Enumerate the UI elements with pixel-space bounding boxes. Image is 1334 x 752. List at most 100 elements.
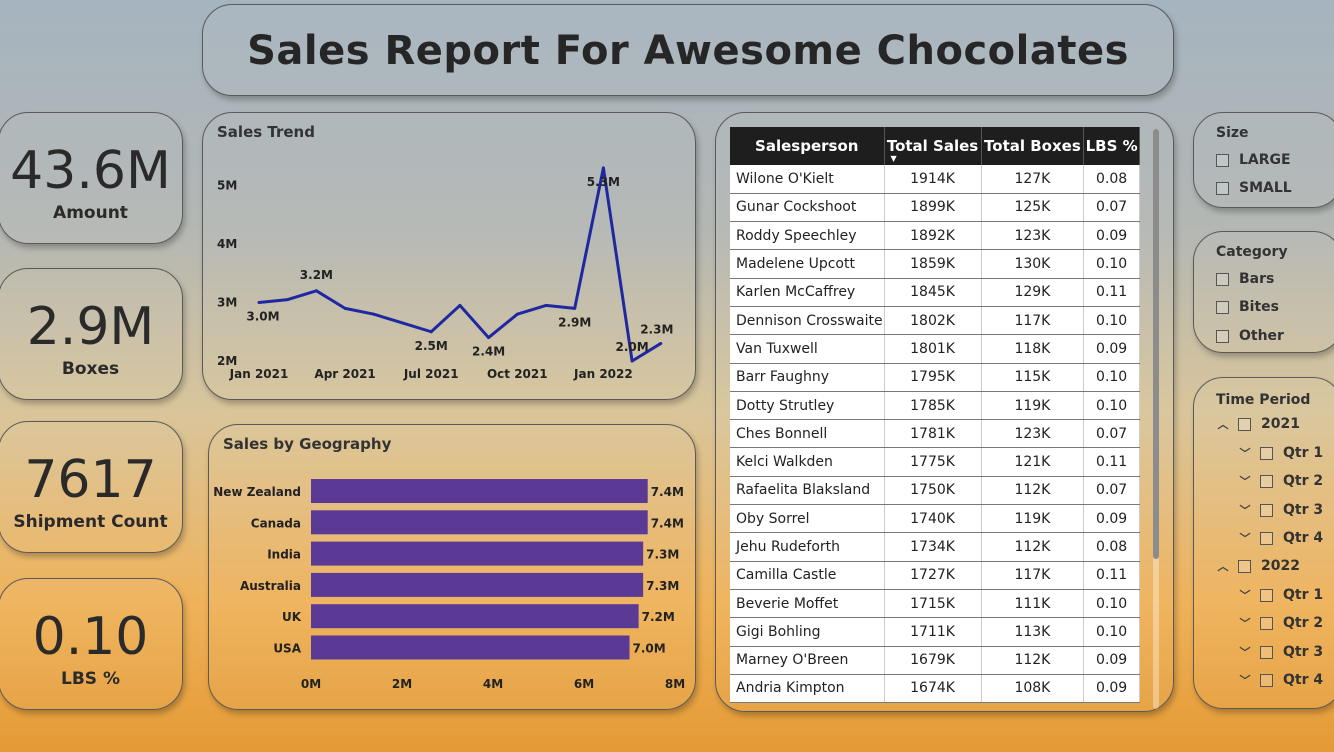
data-point — [372, 312, 376, 316]
category-label: New Zealand — [213, 485, 301, 499]
checkbox[interactable] — [1216, 153, 1229, 167]
chevron-up-icon[interactable]: ︿ — [1214, 416, 1232, 432]
bar — [311, 635, 630, 660]
table-row[interactable]: Barr Faughny 1795K 115K 0.10 — [730, 363, 1140, 392]
year-2022[interactable]: ︿ 2022 — [1214, 558, 1300, 574]
cell-total-boxes: 130K — [981, 249, 1085, 279]
cell-total-sales: 1740K — [884, 504, 982, 534]
data-label: 7.0M — [633, 642, 666, 656]
table-row[interactable]: Gigi Bohling 1711K 113K 0.10 — [730, 617, 1140, 647]
bar — [311, 510, 648, 535]
year-label: 2022 — [1261, 558, 1300, 574]
header-total-sales[interactable]: Total Sales ▼ — [884, 127, 982, 165]
quarter-2021-q3[interactable]: ﹀ Qtr 3 — [1236, 502, 1324, 518]
checkbox[interactable] — [1260, 503, 1273, 517]
chevron-down-icon[interactable]: ﹀ — [1236, 530, 1254, 546]
checkbox[interactable] — [1238, 417, 1251, 431]
table-row[interactable]: Oby Sorrel 1740K 119K 0.09 — [730, 504, 1140, 534]
table-row[interactable]: Ches Bonnell 1781K 123K 0.07 — [730, 419, 1140, 449]
checkbox[interactable] — [1216, 181, 1229, 195]
bar — [311, 479, 648, 503]
chevron-up-icon[interactable]: ︿ — [1214, 558, 1232, 574]
quarter-2022-q4[interactable]: ﹀ Qtr 4 — [1236, 672, 1324, 688]
bar — [311, 604, 639, 629]
header-lbs[interactable]: LBS % — [1083, 127, 1140, 165]
table-row[interactable]: Rafaelita Blaksland 1750K 112K 0.07 — [730, 476, 1140, 506]
kpi-card-amount[interactable]: 43.6M Amount — [0, 112, 183, 244]
table-scrollbar[interactable] — [1153, 129, 1159, 709]
table-row[interactable]: Marney O'Breen 1679K 112K 0.09 — [730, 646, 1140, 675]
category-option-bites[interactable]: Bites — [1216, 299, 1279, 315]
category-option-other[interactable]: Other — [1216, 328, 1284, 344]
chevron-down-icon[interactable]: ﹀ — [1236, 473, 1254, 489]
table-row[interactable]: Camilla Castle 1727K 117K 0.11 — [730, 561, 1140, 590]
checkbox[interactable] — [1260, 531, 1273, 545]
table-row[interactable]: Gunar Cockshoot 1899K 125K 0.07 — [730, 193, 1140, 223]
size-option-large[interactable]: LARGE — [1216, 152, 1291, 168]
checkbox[interactable] — [1238, 559, 1251, 573]
table-row[interactable]: Andria Kimpton 1674K 108K 0.09 — [730, 674, 1140, 704]
cell-lbs: 0.11 — [1083, 561, 1140, 590]
checkbox[interactable] — [1260, 616, 1273, 630]
chevron-down-icon[interactable]: ﹀ — [1236, 445, 1254, 461]
data-label: 2.9M — [558, 315, 591, 329]
cell-lbs: 0.08 — [1083, 532, 1140, 562]
checkbox[interactable] — [1260, 645, 1273, 659]
header-salesperson[interactable]: Salesperson — [730, 127, 885, 165]
header-total-boxes[interactable]: Total Boxes — [981, 127, 1085, 165]
checkbox[interactable] — [1260, 673, 1273, 687]
checkbox[interactable] — [1216, 272, 1229, 286]
quarter-2021-q2[interactable]: ﹀ Qtr 2 — [1236, 473, 1324, 489]
chevron-down-icon[interactable]: ﹀ — [1236, 587, 1254, 603]
chevron-down-icon[interactable]: ﹀ — [1236, 502, 1254, 518]
table-scrollbar-thumb[interactable] — [1153, 129, 1159, 559]
category-slicer-title: Category — [1216, 244, 1288, 260]
size-option-small[interactable]: SMALL — [1216, 180, 1292, 196]
sales-trend-chart[interactable]: 2M 3M 4M 5M Jan 2021 Apr 2021 Jul 2021 Oct 2021… — [203, 113, 697, 401]
kpi-label: Boxes — [61, 359, 120, 379]
chevron-down-icon[interactable]: ﹀ — [1236, 644, 1254, 660]
quarter-2021-q4[interactable]: ﹀ Qtr 4 — [1236, 530, 1324, 546]
table-row[interactable]: Beverie Moffet 1715K 111K 0.10 — [730, 589, 1140, 619]
quarter-2022-q2[interactable]: ﹀ Qtr 2 — [1236, 615, 1324, 631]
table-row[interactable]: Dennison Crosswaite 1802K 117K 0.10 — [730, 306, 1140, 336]
chevron-down-icon[interactable]: ﹀ — [1236, 672, 1254, 688]
checkbox[interactable] — [1260, 474, 1273, 488]
table-row[interactable]: Wilone O'Kielt 1914K 127K 0.08 — [730, 165, 1140, 194]
size-slicer-title: Size — [1216, 125, 1249, 141]
quarter-2022-q3[interactable]: ﹀ Qtr 3 — [1236, 644, 1324, 660]
cell-total-boxes: 117K — [981, 561, 1085, 590]
salesperson-table-card[interactable]: Salesperson Total Sales ▼ Total Boxes LBS… — [715, 112, 1174, 712]
checkbox[interactable] — [1260, 446, 1273, 460]
quarter-2021-q1[interactable]: ﹀ Qtr 1 — [1236, 445, 1324, 461]
cell-salesperson: Marney O'Breen — [730, 646, 885, 675]
checkbox[interactable] — [1260, 588, 1273, 602]
table-row[interactable]: Roddy Speechley 1892K 123K 0.09 — [730, 221, 1140, 251]
kpi-card-lbs[interactable]: 0.10 LBS % — [0, 578, 183, 710]
sales-geography-chart[interactable]: New Zealand 7.4M Canada 7.4M India 7.3M Austra… — [209, 425, 697, 711]
kpi-value: 43.6M — [10, 141, 171, 201]
table-row[interactable]: Van Tuxwell 1801K 118K 0.09 — [730, 334, 1140, 364]
sales-geography-card[interactable]: Sales by Geography New Zealand 7.4M Canada… — [208, 424, 696, 710]
chevron-down-icon[interactable]: ﹀ — [1236, 615, 1254, 631]
year-2021[interactable]: ︿ 2021 — [1214, 416, 1300, 432]
cell-total-boxes: 121K — [981, 447, 1085, 477]
kpi-card-shipment-count[interactable]: 7617 Shipment Count — [0, 421, 183, 553]
table-row[interactable]: Jehu Rudeforth 1734K 112K 0.08 — [730, 532, 1140, 562]
kpi-card-boxes[interactable]: 2.9M Boxes — [0, 268, 183, 400]
sales-trend-card[interactable]: Sales Trend 2M 3M 4M 5M Jan 2021 Apr 2021 Jul … — [202, 112, 696, 400]
table-row[interactable]: Madelene Upcott 1859K 130K 0.10 — [730, 249, 1140, 279]
table-row[interactable]: Karlen McCaffrey 1845K 129K 0.11 — [730, 278, 1140, 307]
checkbox[interactable] — [1216, 300, 1229, 314]
quarter-2022-q1[interactable]: ﹀ Qtr 1 — [1236, 587, 1324, 603]
table-row[interactable]: Kelci Walkden 1775K 121K 0.11 — [730, 447, 1140, 477]
checkbox[interactable] — [1216, 329, 1229, 343]
category-option-bars[interactable]: Bars — [1216, 271, 1274, 287]
cell-total-sales: 1750K — [884, 476, 982, 506]
data-label: 7.4M — [651, 485, 684, 499]
category-label: Australia — [240, 579, 301, 593]
quarter-label: Qtr 3 — [1283, 644, 1324, 660]
x-tick-label: 2M — [392, 677, 412, 691]
quarter-label: Qtr 4 — [1283, 530, 1324, 546]
table-row[interactable]: Dotty Strutley 1785K 119K 0.10 — [730, 391, 1140, 421]
